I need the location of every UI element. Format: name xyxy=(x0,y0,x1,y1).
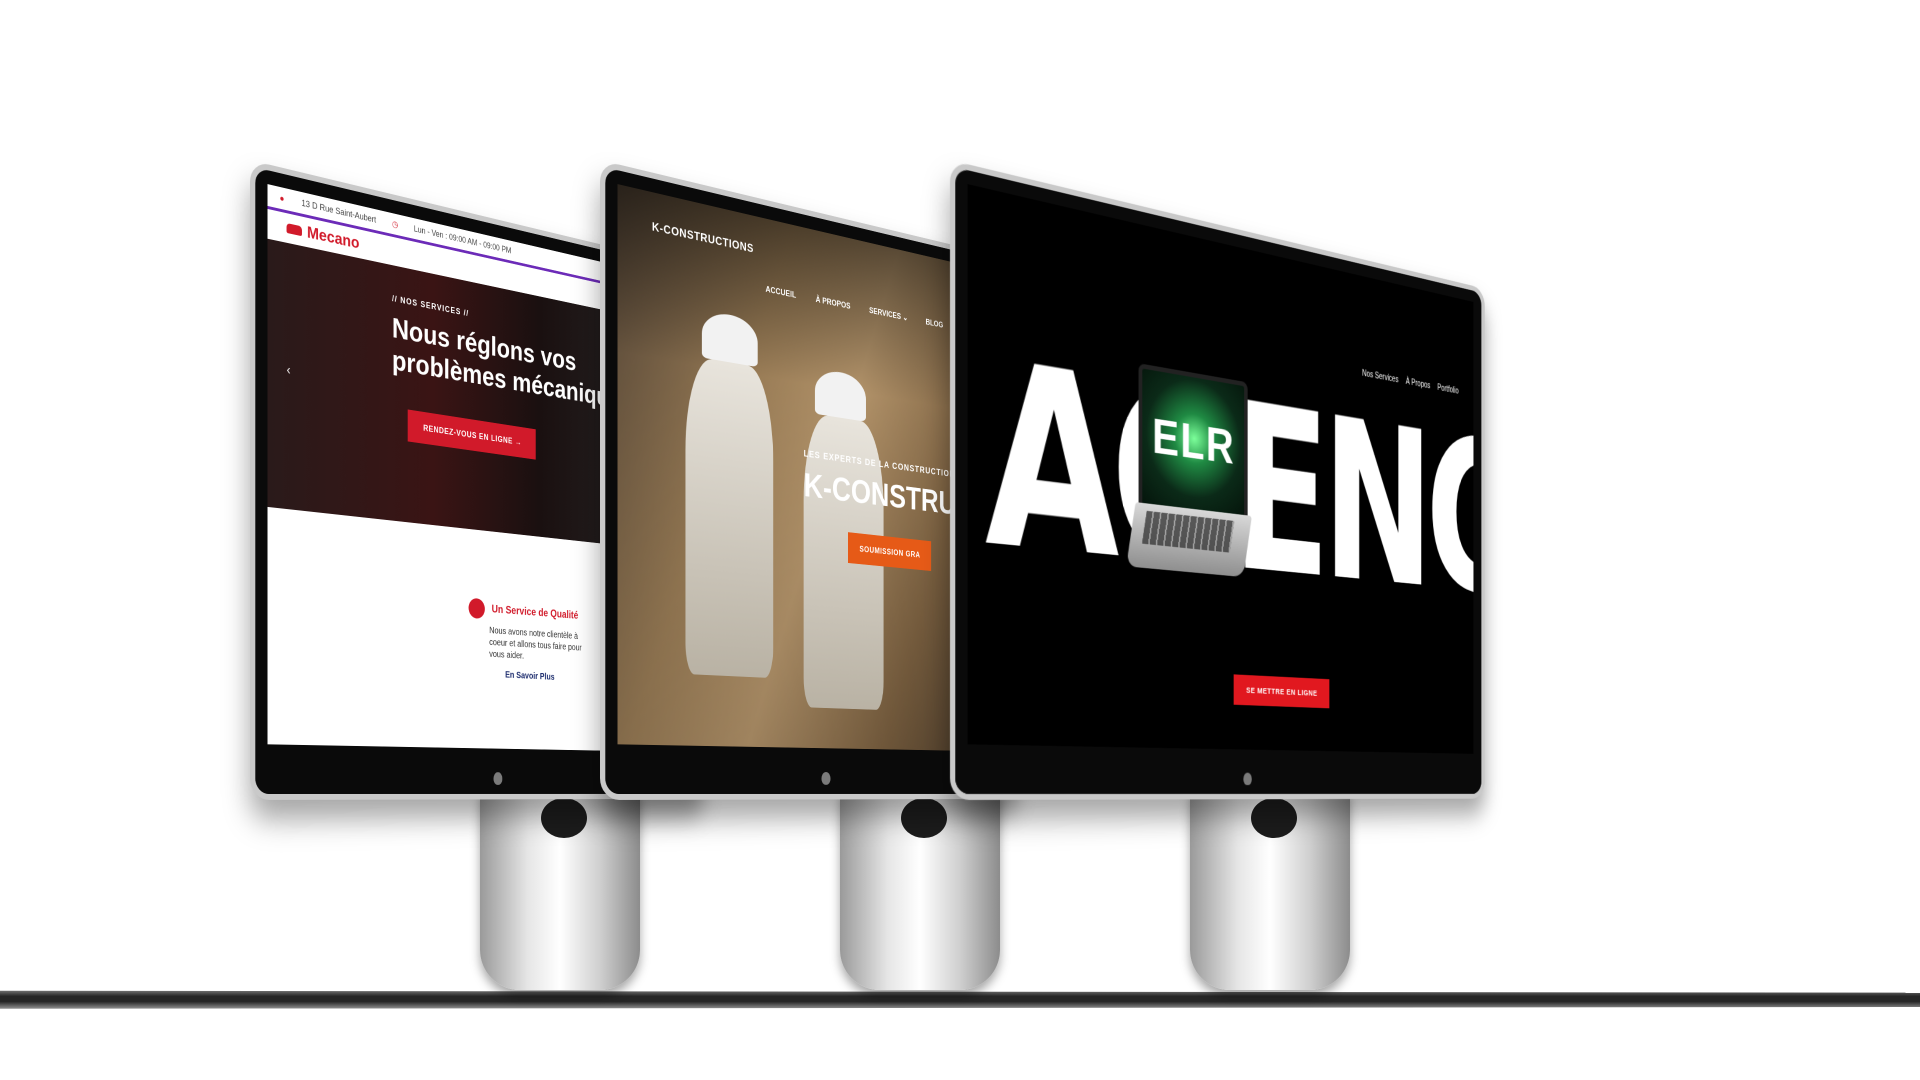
monitor-agence: Nos Services À Propos Portfolio AGENCE E… xyxy=(950,160,1485,800)
clock-icon: ◷ xyxy=(392,218,399,230)
quality-badge-icon xyxy=(468,597,485,620)
screen-agence-website[interactable]: Nos Services À Propos Portfolio AGENCE E… xyxy=(967,184,1474,754)
worker-figure-left xyxy=(685,354,774,679)
apple-logo-icon xyxy=(821,771,831,785)
apple-logo-icon xyxy=(1243,772,1252,786)
apple-logo-icon xyxy=(493,772,503,785)
monitor-stand-mecano xyxy=(480,790,640,990)
helmet-right xyxy=(814,367,866,422)
laptop-brand-text: ELR xyxy=(1152,408,1236,475)
main-nav: ACCUEIL À PROPOS SERVICES ⌄ BLOG xyxy=(765,284,943,330)
monitor-stand-agence xyxy=(1190,790,1350,990)
screen-kconstructions-website[interactable]: K-CONSTRUCTIONS ACCUEIL À PROPOS SERVICE… xyxy=(617,184,1004,752)
location-icon: ● xyxy=(279,192,285,204)
bezel: Nos Services À Propos Portfolio AGENCE E… xyxy=(950,160,1485,800)
car-icon xyxy=(286,223,302,237)
book-online-button[interactable]: RENDEZ-VOUS EN LIGNE → xyxy=(407,409,536,460)
learn-more-link[interactable]: En Savoir Plus xyxy=(505,670,588,684)
nav-item-home[interactable]: ACCUEIL xyxy=(765,284,796,301)
laptop-keyboard xyxy=(1126,502,1252,578)
quality-service-card: Un Service de Qualité Nous avons notre c… xyxy=(468,597,589,684)
card-title: Un Service de Qualité xyxy=(468,597,589,627)
keyboard-keys xyxy=(1141,510,1235,553)
card-title-text: Un Service de Qualité xyxy=(491,602,579,622)
go-online-button[interactable]: SE METTRE EN LIGNE xyxy=(1233,674,1330,709)
chevron-left-icon[interactable]: ‹ xyxy=(287,361,291,377)
mockup-stage: ● 13 D Rue Saint-Aubert ◷ Lun - Ven : 09… xyxy=(0,0,1920,1080)
laptop-screen: ELR xyxy=(1138,363,1248,525)
laptop-illustration: ELR xyxy=(1126,362,1252,587)
nav-item-about[interactable]: À PROPOS xyxy=(816,295,851,312)
card-description: Nous avons notre clientèle à coeur et al… xyxy=(489,625,582,662)
helmet-left xyxy=(701,309,758,368)
site-logo[interactable]: K-CONSTRUCTIONS xyxy=(652,220,754,256)
monitor-chin xyxy=(955,756,1482,794)
nav-item-services[interactable]: SERVICES ⌄ xyxy=(869,306,908,324)
monitor-stand-kcon xyxy=(840,790,1000,990)
nav-item-blog[interactable]: BLOG xyxy=(926,317,943,330)
